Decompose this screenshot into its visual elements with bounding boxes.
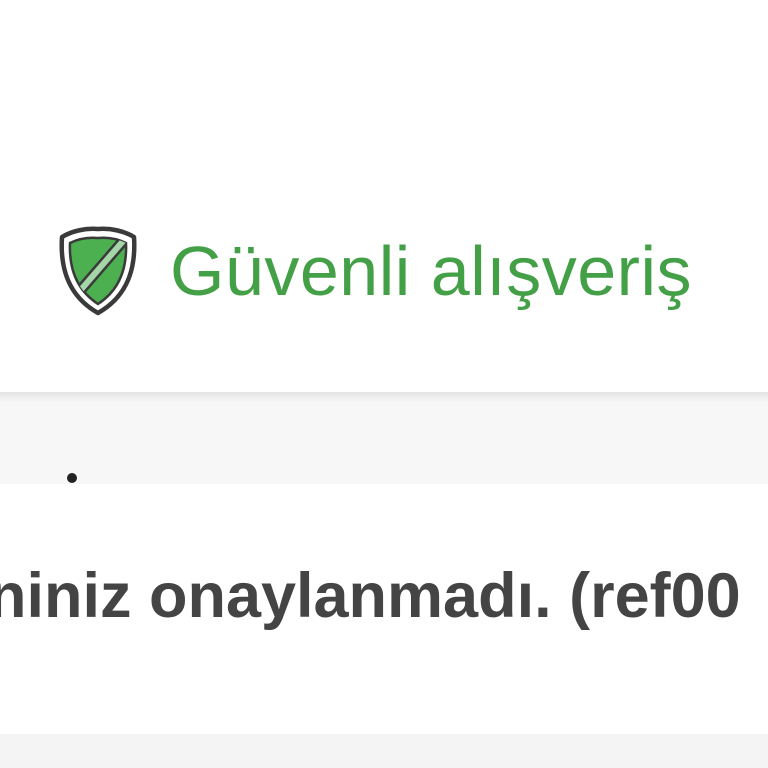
error-message: niniz onaylanmadı. (ref00 (0, 561, 741, 631)
message-area: niniz onaylanmadı. (ref00 (0, 484, 768, 734)
payment-status-page: Güvenli alışveriş niniz onaylanmadı. (re… (0, 0, 768, 768)
list-bullet (67, 473, 77, 483)
message-list-band (0, 402, 768, 484)
shield-icon (59, 226, 137, 316)
secure-shopping-badge: Güvenli alışveriş (58, 226, 692, 316)
header: Güvenli alışveriş (0, 0, 768, 393)
bottom-band (0, 734, 768, 768)
header-divider (0, 392, 768, 402)
secure-shopping-label: Güvenli alışveriş (170, 232, 693, 310)
